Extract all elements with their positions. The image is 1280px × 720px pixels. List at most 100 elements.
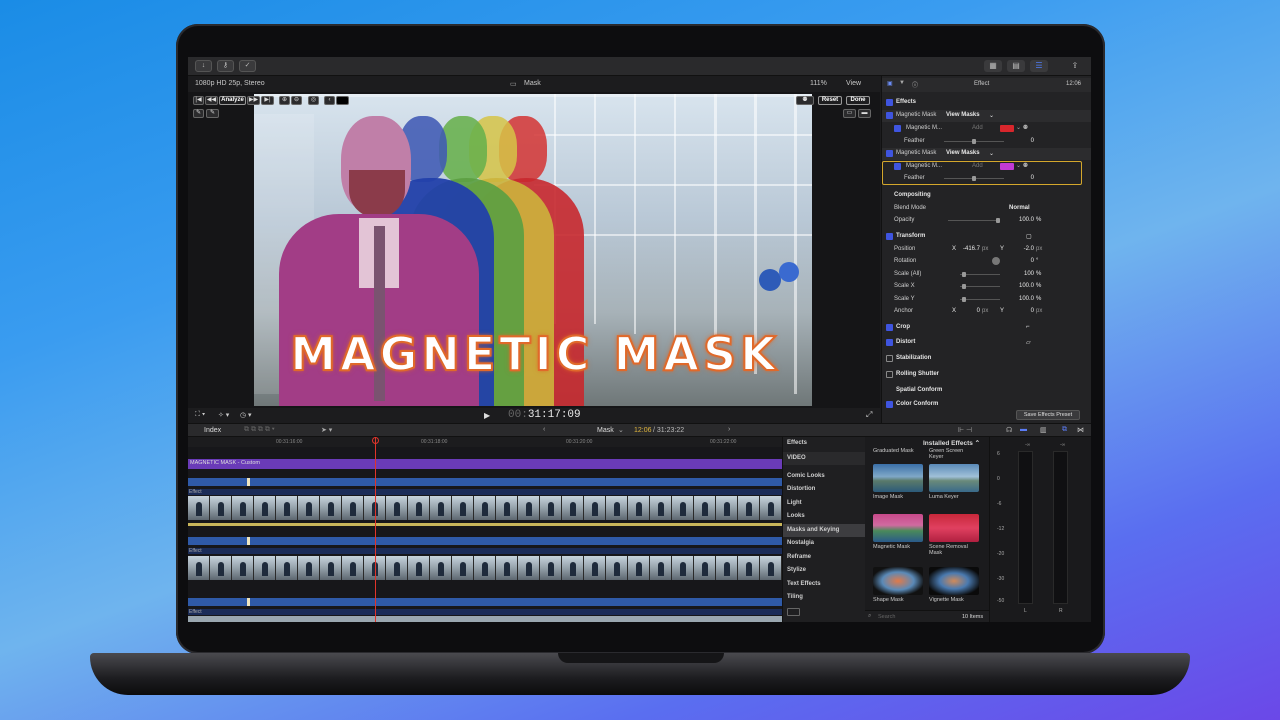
scale-x-knob[interactable] <box>962 284 966 289</box>
effect-magnetic-mask[interactable]: Magnetic Mask <box>873 514 923 550</box>
fx-category-text-effects[interactable]: Text Effects <box>783 578 866 591</box>
rotation-row[interactable]: Rotation 0 ° <box>882 256 1091 268</box>
fx-category-video[interactable]: VIDEO <box>783 452 866 465</box>
info-icon[interactable]: ⓘ <box>912 80 918 89</box>
effect-luma-keyer[interactable]: Luma Keyer <box>929 464 979 500</box>
video-inspector-icon[interactable]: ▣ <box>887 80 893 87</box>
frame-fill-icon[interactable]: ▬ <box>858 109 871 118</box>
subtract-mask-icon[interactable]: ⊖ <box>291 96 302 105</box>
chevron-down-icon[interactable]: ⌄ <box>989 150 994 157</box>
title-clip[interactable]: MAGNETIC MASK - Custom <box>188 459 782 469</box>
view-masks-2-button[interactable]: View Masks <box>946 150 980 156</box>
forward-icon[interactable]: ▶▶ <box>247 96 260 105</box>
feather-1-knob[interactable] <box>972 139 976 144</box>
filter-icon[interactable]: ▼ <box>899 80 905 86</box>
position-row[interactable]: Position X -416.7 px Y -2.0 px <box>882 244 1091 256</box>
feather-1-value[interactable]: 0 <box>1022 138 1034 144</box>
done-button[interactable]: Done <box>846 96 870 105</box>
checkmark-icon[interactable]: ✓ <box>239 60 256 72</box>
add-1-label[interactable]: Add <box>972 125 983 131</box>
effect-shape-mask[interactable]: Shape Mask <box>873 567 923 603</box>
fx-category-masks-and-keying[interactable]: Masks and Keying <box>783 524 866 537</box>
fx-category-comic-looks[interactable]: Comic Looks <box>783 470 866 483</box>
view-masks-1-button[interactable]: View Masks <box>946 112 980 118</box>
anchor-row[interactable]: Anchor X 0 px Y 0 px <box>882 306 1091 318</box>
fx-category-light[interactable]: Light <box>783 497 866 510</box>
fx-category-nostalgia[interactable]: Nostalgia <box>783 537 866 550</box>
effect-green-screen-keyer[interactable]: Green Screen Keyer <box>929 446 979 460</box>
playhead-handle[interactable] <box>372 437 379 444</box>
adjustment-band-1[interactable] <box>188 478 782 486</box>
crop-onscreen-icon[interactable]: ⌐ <box>1026 324 1030 330</box>
scale-x-value[interactable]: 100.0 <box>1012 283 1034 289</box>
zoom-menu[interactable]: 111% <box>810 80 827 87</box>
waveform-icon[interactable]: ▬ <box>1020 426 1027 433</box>
blend-mode-select[interactable]: Normal <box>1009 205 1030 211</box>
effect-image-mask[interactable]: Image Mask <box>873 464 923 500</box>
save-effects-preset-button[interactable]: Save Effects Preset <box>1016 410 1080 420</box>
rotation-dial[interactable] <box>992 257 1000 265</box>
timeline-tracks[interactable]: MAGNETIC MASK - Custom Effect Effect Eff… <box>188 447 782 622</box>
color-conform-checkbox[interactable] <box>886 401 893 408</box>
key-icon[interactable]: ⚷ <box>217 60 234 72</box>
scale-all-row[interactable]: Scale (All) 100 % <box>882 269 1091 281</box>
rolling-shutter-section[interactable]: Rolling Shutter <box>882 369 1091 381</box>
add-mask-icon[interactable]: ⊕ <box>279 96 290 105</box>
project-menu-icon[interactable]: ⌄ <box>618 426 624 434</box>
headphones-icon[interactable]: ☊ <box>1006 426 1012 434</box>
opacity-slider[interactable] <box>948 220 1000 221</box>
transform-checkbox[interactable] <box>886 233 893 240</box>
scale-x-slider[interactable] <box>960 286 1000 287</box>
scale-all-value[interactable]: 100 <box>1016 271 1034 277</box>
compositing-section[interactable]: Compositing <box>882 190 1091 202</box>
fx-category-looks[interactable]: Looks <box>783 510 866 523</box>
adjustment-band-2[interactable] <box>188 537 782 545</box>
position-x-value[interactable]: -416.7 <box>958 246 980 252</box>
adjustment-band-3[interactable] <box>188 598 782 606</box>
effect-scene-removal-mask[interactable]: Scene Removal Mask <box>929 514 979 556</box>
effects-checkbox[interactable] <box>886 99 893 106</box>
keyframe-marker[interactable] <box>247 478 250 486</box>
feather-1-row[interactable]: Feather 0 <box>882 136 1091 148</box>
opacity-knob[interactable] <box>996 218 1000 223</box>
scale-y-slider[interactable] <box>960 299 1000 300</box>
play-icon[interactable]: ▶ <box>484 411 490 420</box>
effects-section[interactable]: Effects <box>882 97 1091 109</box>
scale-x-row[interactable]: Scale X 100.0 % <box>882 281 1091 293</box>
forward-arrow-icon[interactable]: › <box>728 426 730 433</box>
keyframe-marker[interactable] <box>247 537 250 545</box>
spatial-conform-section[interactable]: Spatial Conform <box>882 385 1091 397</box>
pen-icon[interactable]: ✎ <box>193 109 204 118</box>
playhead[interactable] <box>375 437 376 622</box>
swatch-icon[interactable] <box>336 96 349 105</box>
distort-onscreen-icon[interactable]: ▱ <box>1026 339 1031 346</box>
scale-all-slider[interactable] <box>960 274 1000 275</box>
select-tool-icon[interactable]: ➤ ▾ <box>321 426 332 434</box>
project-name[interactable]: Mask <box>597 427 614 434</box>
speed-icon[interactable]: ◷ ▾ <box>240 411 252 419</box>
stabilization-checkbox[interactable] <box>886 355 893 362</box>
magnetic-mask-2-checkbox[interactable] <box>886 150 893 157</box>
fx-category-stylize[interactable]: Stylize <box>783 564 866 577</box>
rolling-shutter-checkbox[interactable] <box>886 371 893 378</box>
fullscreen-icon[interactable]: ⤢ <box>866 410 872 420</box>
chevron-left-icon[interactable]: ‹ <box>324 96 335 105</box>
grid-icon[interactable]: ▦ <box>984 60 1002 72</box>
effects-search-input[interactable]: Search <box>878 614 895 620</box>
inspector-icon[interactable]: ☰ <box>1030 60 1048 72</box>
keyframe-marker[interactable] <box>247 598 250 606</box>
share-icon[interactable]: ⇪ <box>1066 60 1084 72</box>
frame-icon[interactable]: ▭ <box>843 109 856 118</box>
step-back-icon[interactable]: |◀ <box>193 96 204 105</box>
person-icon[interactable]: ⚉ <box>796 96 814 105</box>
sub-mask-1-checkbox[interactable] <box>894 125 901 132</box>
film-strip-icon[interactable]: ▥ <box>1040 426 1047 434</box>
download-icon[interactable]: ↓ <box>195 60 212 72</box>
transform-section[interactable]: Transform ▢ <box>882 231 1091 243</box>
clip-tools-icon[interactable]: ⧉ ⧉ ⧉ ⧉ ▾ <box>244 426 275 434</box>
opacity-value[interactable]: 100.0 <box>1012 217 1034 223</box>
target-icon[interactable]: ◎ <box>308 96 319 105</box>
crop-section[interactable]: Crop ⌐ <box>882 322 1091 334</box>
blend-mode-row[interactable]: Blend Mode Normal <box>882 203 1091 215</box>
effect-vignette-mask[interactable]: Vignette Mask <box>929 567 979 603</box>
